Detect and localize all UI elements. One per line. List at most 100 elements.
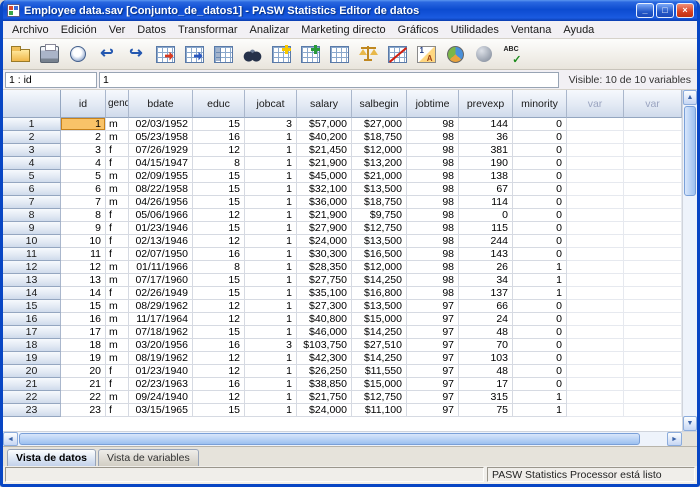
cell-empty[interactable] xyxy=(567,235,624,248)
undo-button[interactable] xyxy=(94,41,120,67)
cell-r5-jobtime[interactable]: 98 xyxy=(407,170,459,183)
cell-r1-prevexp[interactable]: 144 xyxy=(459,118,513,131)
cell-r4-jobtime[interactable]: 98 xyxy=(407,157,459,170)
cell-r22-jobcat[interactable]: 1 xyxy=(245,391,297,404)
cell-r17-minority[interactable]: 0 xyxy=(513,326,567,339)
cell-empty[interactable] xyxy=(624,391,682,404)
cell-empty[interactable] xyxy=(567,287,624,300)
cell-r4-jobcat[interactable]: 1 xyxy=(245,157,297,170)
cell-r6-salary[interactable]: $32,100 xyxy=(297,183,352,196)
cell-empty[interactable] xyxy=(567,339,624,352)
cell-r21-prevexp[interactable]: 17 xyxy=(459,378,513,391)
cell-r23-salary[interactable]: $24,000 xyxy=(297,404,352,417)
cell-r12-bdate[interactable]: 01/11/1966 xyxy=(129,261,193,274)
cell-r20-salary[interactable]: $26,250 xyxy=(297,365,352,378)
cell-r20-educ[interactable]: 12 xyxy=(193,365,245,378)
cell-r7-prevexp[interactable]: 114 xyxy=(459,196,513,209)
cell-r1-jobtime[interactable]: 98 xyxy=(407,118,459,131)
cell-r22-bdate[interactable]: 09/24/1940 xyxy=(129,391,193,404)
cell-empty[interactable] xyxy=(567,404,624,417)
cell-r7-salary[interactable]: $36,000 xyxy=(297,196,352,209)
row-header-23[interactable]: 23 xyxy=(3,404,61,417)
cell-r7-bdate[interactable]: 04/26/1956 xyxy=(129,196,193,209)
cell-r3-salary[interactable]: $21,450 xyxy=(297,144,352,157)
cell-r14-educ[interactable]: 15 xyxy=(193,287,245,300)
cell-r5-prevexp[interactable]: 138 xyxy=(459,170,513,183)
cell-r4-minority[interactable]: 0 xyxy=(513,157,567,170)
cell-r11-jobtime[interactable]: 98 xyxy=(407,248,459,261)
column-header-var-11[interactable]: var xyxy=(567,90,624,118)
cell-r16-minority[interactable]: 0 xyxy=(513,313,567,326)
cell-r18-jobcat[interactable]: 3 xyxy=(245,339,297,352)
cell-r17-gender[interactable]: m xyxy=(106,326,129,339)
cell-r16-educ[interactable]: 12 xyxy=(193,313,245,326)
cell-r3-educ[interactable]: 12 xyxy=(193,144,245,157)
vertical-scrollbar[interactable]: ▲ ▼ xyxy=(682,90,697,431)
cell-r9-gender[interactable]: f xyxy=(106,222,129,235)
cell-empty[interactable] xyxy=(624,378,682,391)
cell-r6-prevexp[interactable]: 67 xyxy=(459,183,513,196)
cell-r9-prevexp[interactable]: 115 xyxy=(459,222,513,235)
cell-r3-id[interactable]: 3 xyxy=(61,144,106,157)
cell-r3-bdate[interactable]: 07/26/1929 xyxy=(129,144,193,157)
cell-empty[interactable] xyxy=(624,261,682,274)
column-header-minority[interactable]: minority xyxy=(513,90,567,118)
cell-r2-bdate[interactable]: 05/23/1958 xyxy=(129,131,193,144)
insert-case-button[interactable] xyxy=(268,41,294,67)
row-header-7[interactable]: 7 xyxy=(3,196,61,209)
cell-r9-bdate[interactable]: 01/23/1946 xyxy=(129,222,193,235)
cell-r19-salary[interactable]: $42,300 xyxy=(297,352,352,365)
cell-r15-minority[interactable]: 0 xyxy=(513,300,567,313)
cell-r5-salbegin[interactable]: $21,000 xyxy=(352,170,407,183)
cell-r7-jobcat[interactable]: 1 xyxy=(245,196,297,209)
cell-r12-minority[interactable]: 1 xyxy=(513,261,567,274)
cell-r23-bdate[interactable]: 03/15/1965 xyxy=(129,404,193,417)
menu-item-archivo[interactable]: Archivo xyxy=(6,23,55,37)
cell-r21-jobcat[interactable]: 1 xyxy=(245,378,297,391)
cell-r8-jobtime[interactable]: 98 xyxy=(407,209,459,222)
cell-empty[interactable] xyxy=(567,378,624,391)
cell-r9-salbegin[interactable]: $12,750 xyxy=(352,222,407,235)
cell-r23-jobcat[interactable]: 1 xyxy=(245,404,297,417)
cell-empty[interactable] xyxy=(567,131,624,144)
row-header-5[interactable]: 5 xyxy=(3,170,61,183)
row-header-11[interactable]: 11 xyxy=(3,248,61,261)
cell-r14-salary[interactable]: $35,100 xyxy=(297,287,352,300)
cell-empty[interactable] xyxy=(567,391,624,404)
cell-empty[interactable] xyxy=(567,144,624,157)
row-header-17[interactable]: 17 xyxy=(3,326,61,339)
cell-empty[interactable] xyxy=(624,300,682,313)
cell-empty[interactable] xyxy=(624,326,682,339)
cell-r4-educ[interactable]: 8 xyxy=(193,157,245,170)
cell-r18-jobtime[interactable]: 97 xyxy=(407,339,459,352)
cell-r20-jobtime[interactable]: 97 xyxy=(407,365,459,378)
row-header-9[interactable]: 9 xyxy=(3,222,61,235)
cell-r16-bdate[interactable]: 11/17/1964 xyxy=(129,313,193,326)
cell-r1-bdate[interactable]: 02/03/1952 xyxy=(129,118,193,131)
cell-r2-jobcat[interactable]: 1 xyxy=(245,131,297,144)
cell-r10-jobtime[interactable]: 98 xyxy=(407,235,459,248)
cell-r10-prevexp[interactable]: 244 xyxy=(459,235,513,248)
cell-empty[interactable] xyxy=(567,196,624,209)
cell-r18-minority[interactable]: 0 xyxy=(513,339,567,352)
cell-r13-id[interactable]: 13 xyxy=(61,274,106,287)
cell-r18-prevexp[interactable]: 70 xyxy=(459,339,513,352)
horizontal-scrollbar[interactable]: ◄ ► xyxy=(3,431,697,446)
cell-r23-prevexp[interactable]: 75 xyxy=(459,404,513,417)
cell-r15-gender[interactable]: m xyxy=(106,300,129,313)
cell-r8-bdate[interactable]: 05/06/1966 xyxy=(129,209,193,222)
cell-r15-salbegin[interactable]: $13,500 xyxy=(352,300,407,313)
cell-r11-minority[interactable]: 0 xyxy=(513,248,567,261)
cell-r13-educ[interactable]: 15 xyxy=(193,274,245,287)
row-header-2[interactable]: 2 xyxy=(3,131,61,144)
cell-r17-salbegin[interactable]: $14,250 xyxy=(352,326,407,339)
cell-r17-salary[interactable]: $46,000 xyxy=(297,326,352,339)
cell-r3-gender[interactable]: f xyxy=(106,144,129,157)
close-button[interactable]: × xyxy=(676,3,694,18)
cell-r11-gender[interactable]: f xyxy=(106,248,129,261)
cell-r5-minority[interactable]: 0 xyxy=(513,170,567,183)
cell-empty[interactable] xyxy=(624,339,682,352)
cell-r5-gender[interactable]: m xyxy=(106,170,129,183)
cell-r5-id[interactable]: 5 xyxy=(61,170,106,183)
cell-r10-educ[interactable]: 12 xyxy=(193,235,245,248)
